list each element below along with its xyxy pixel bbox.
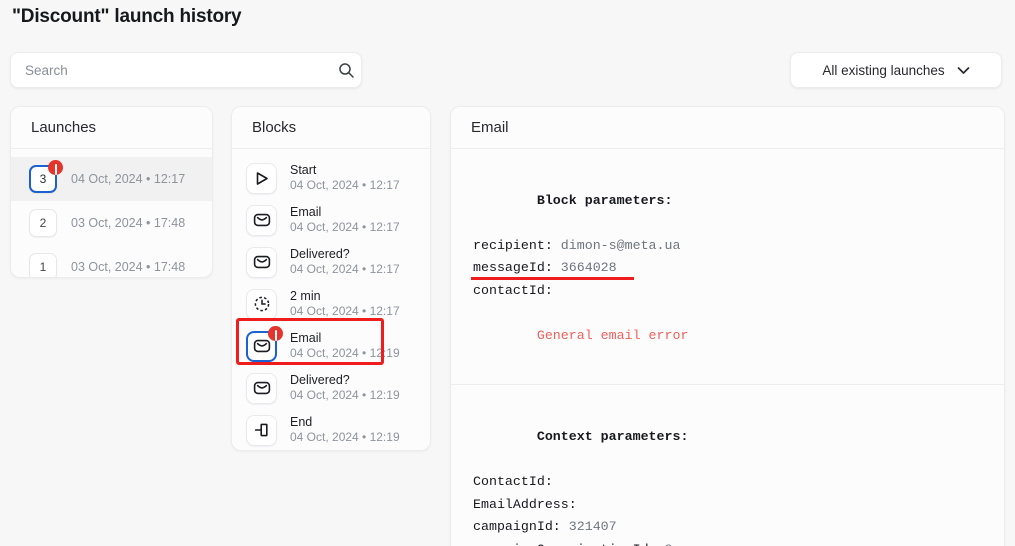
launches-panel-title: Launches [11,107,212,149]
context-parameters-heading: Context parameters: [536,428,689,444]
block-timestamp: 04 Oct, 2024 • 12:19 [290,388,400,403]
block-timestamp: 04 Oct, 2024 • 12:19 [290,430,400,445]
launch-timestamp: 03 Oct, 2024 • 17:48 [71,216,186,230]
block-timestamp: 04 Oct, 2024 • 12:17 [290,178,400,193]
param-key: campaignOrganisationId: [473,542,657,546]
error-badge-icon [48,160,63,175]
param-key: EmailAddress: [473,496,577,512]
error-badge-icon [268,325,283,341]
block-row[interactable]: Email 04 Oct, 2024 • 12:19 [232,325,430,367]
blocks-list: Start 04 Oct, 2024 • 12:17 Email 04 Oct, 20… [232,149,430,450]
envelope-icon [246,372,277,404]
block-parameter-line: recipient: dimon-s@meta.ua [473,235,1004,258]
launches-panel: Launches 3 04 Oct, 2024 • 12:17 2 03 Oct, 2… [10,106,213,278]
clock-icon [246,288,277,320]
block-label: Start [290,162,317,177]
block-label: Email [290,330,322,345]
param-key: campaignId: [473,519,561,535]
play-icon [246,162,277,194]
param-key: contactId: [473,282,553,298]
chevron-down-icon [957,63,970,78]
block-label: End [290,414,313,429]
annotation-underline-error-text [471,277,634,280]
block-timestamp: 04 Oct, 2024 • 12:17 [290,220,400,235]
launch-number-chip: 3 [29,160,63,193]
block-parameters-section: Block parameters: recipient: dimon-s@met… [451,149,1004,384]
context-parameter-line: campaignOrganisationId: 8 [473,539,1004,546]
block-text: Email 04 Oct, 2024 • 12:19 [290,331,400,362]
envelope-icon [246,204,277,236]
context-parameters-lines: ContactId: EmailAddress: campaignId: 32140… [473,471,1004,546]
param-value: 3664028 [552,260,617,276]
param-key: recipient: [473,237,553,253]
block-detail-panel: Email Block parameters: recipient: dimon… [450,106,1005,546]
context-parameter-line: EmailAddress: [473,494,1004,517]
launch-timestamp: 04 Oct, 2024 • 12:17 [71,172,186,186]
block-label: Delivered? [290,372,350,387]
param-value: dimon-s@meta.ua [552,237,681,253]
block-parameters-heading: Block parameters: [536,192,673,208]
search-box[interactable] [10,52,362,88]
block-text: Email 04 Oct, 2024 • 12:17 [290,205,400,236]
launch-number-chip: 1 [29,253,57,277]
blocks-panel-title: Blocks [232,107,430,149]
param-value: 8 [657,542,673,546]
block-detail-title: Email [451,107,1004,149]
launch-timestamp: 03 Oct, 2024 • 17:48 [71,260,186,274]
param-key: messageId: [473,260,553,276]
param-key: ContactId: [473,474,553,490]
block-text: Delivered? 04 Oct, 2024 • 12:19 [290,373,400,404]
block-row[interactable]: 2 min 04 Oct, 2024 • 12:17 [232,283,430,325]
param-value: 321407 [560,519,617,535]
block-text: End 04 Oct, 2024 • 12:19 [290,415,400,446]
block-label: Email [290,204,322,219]
block-text: Start 04 Oct, 2024 • 12:17 [290,163,400,194]
block-text: 2 min 04 Oct, 2024 • 12:17 [290,289,400,320]
block-row[interactable]: End 04 Oct, 2024 • 12:19 [232,409,430,450]
blocks-panel: Blocks Start 04 Oct, 2024 • 12:17 Email 04 … [231,106,431,451]
page-title: "Discount" launch history [12,6,242,27]
envelope-icon [246,246,277,278]
end-icon [246,414,277,446]
launch-row[interactable]: 3 04 Oct, 2024 • 12:17 [11,157,212,201]
launch-row[interactable]: 1 03 Oct, 2024 • 17:48 [11,245,212,277]
envelope-icon [246,325,283,362]
block-parameter-line: contactId: [473,280,1004,303]
block-timestamp: 04 Oct, 2024 • 12:19 [290,346,400,361]
context-parameters-section: Context parameters: ContactId: EmailAddre… [451,384,1004,546]
context-parameter-line: ContactId: [473,471,1004,494]
launch-history-page: "Discount" launch history All existing l… [0,0,1015,546]
block-timestamp: 04 Oct, 2024 • 12:17 [290,304,400,319]
launch-filter-dropdown[interactable]: All existing launches [790,52,1002,88]
context-parameter-line: campaignId: 321407 [473,516,1004,539]
block-parameters-lines: recipient: dimon-s@meta.ua messageId: 366… [473,235,1004,303]
block-timestamp: 04 Oct, 2024 • 12:17 [290,262,400,277]
launches-list: 3 04 Oct, 2024 • 12:17 2 03 Oct, 2024 • 17:… [11,149,212,277]
launch-number-chip: 2 [29,209,57,237]
block-label: 2 min [290,288,321,303]
search-icon[interactable] [331,62,361,78]
block-error-text: General email error [536,328,689,344]
block-text: Delivered? 04 Oct, 2024 • 12:17 [290,247,400,278]
launch-filter-label: All existing launches [822,62,945,78]
block-row[interactable]: Delivered? 04 Oct, 2024 • 12:17 [232,241,430,283]
block-row[interactable]: Email 04 Oct, 2024 • 12:17 [232,199,430,241]
block-row[interactable]: Start 04 Oct, 2024 • 12:17 [232,157,430,199]
search-input[interactable] [11,53,331,87]
block-row[interactable]: Delivered? 04 Oct, 2024 • 12:19 [232,367,430,409]
block-label: Delivered? [290,246,350,261]
launch-row[interactable]: 2 03 Oct, 2024 • 17:48 [11,201,212,245]
